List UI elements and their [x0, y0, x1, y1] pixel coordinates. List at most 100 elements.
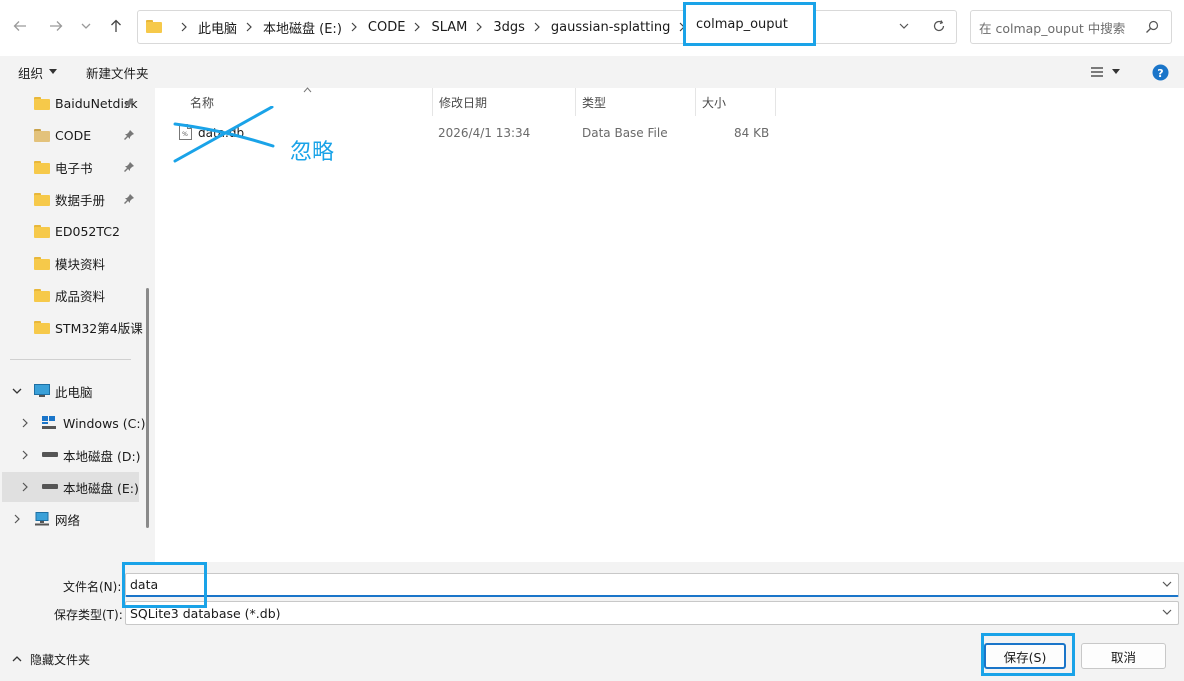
forward-button[interactable] [44, 14, 68, 38]
search-input[interactable]: 在 colmap_ouput 中搜索 [970, 10, 1172, 44]
sidebar-divider [10, 359, 131, 360]
chevron-right-icon [413, 22, 421, 32]
chevron-right-icon [533, 22, 541, 32]
svg-text:?: ? [1157, 66, 1163, 79]
column-header-label: 修改日期 [439, 95, 488, 110]
drive-icon [42, 452, 58, 457]
refresh-button[interactable] [932, 19, 946, 36]
column-header-modified[interactable]: 修改日期 [431, 88, 574, 116]
sidebar-item-label: 模块资料 [55, 256, 106, 272]
breadcrumb-3dgs[interactable]: 3dgs [493, 20, 525, 35]
filename-label: 文件名(N): [63, 580, 122, 594]
sidebar-item-baidunetdisk[interactable]: BaiduNetdisk [0, 88, 146, 118]
new-folder-button[interactable]: 新建文件夹 [86, 56, 149, 88]
sidebar-item-label: CODE [55, 127, 92, 143]
column-header-size[interactable]: 大小 [694, 88, 775, 116]
computer-icon [34, 384, 50, 397]
column-divider[interactable] [775, 88, 776, 116]
address-history-dropdown[interactable] [898, 20, 910, 35]
folder-icon [34, 289, 50, 302]
pin-icon [124, 130, 134, 140]
organize-button[interactable]: 组织 [18, 56, 58, 88]
breadcrumb: 此电脑 本地磁盘 (E:) CODE SLAM 3dgs gaussian-sp… [146, 11, 726, 43]
column-header-type[interactable]: 类型 [574, 88, 695, 116]
sidebar-item-products[interactable]: 成品资料 [0, 280, 146, 310]
sidebar-item-label: Windows (C:) [63, 415, 146, 431]
breadcrumb-drive-e[interactable]: 本地磁盘 (E:) [263, 18, 342, 37]
filetype-select[interactable]: SQLite3 database (*.db) [125, 601, 1179, 625]
help-button[interactable]: ? [1152, 56, 1169, 88]
sidebar-item-network[interactable]: 网络 [0, 504, 146, 534]
sidebar-item-modules[interactable]: 模块资料 [0, 248, 146, 278]
sidebar-item-drive-d[interactable]: 本地磁盘 (D:) [0, 440, 146, 470]
folder-icon [34, 257, 50, 270]
address-bar[interactable]: 此电脑 本地磁盘 (E:) CODE SLAM 3dgs gaussian-sp… [137, 2, 957, 46]
new-folder-label: 新建文件夹 [86, 65, 149, 81]
organize-label: 组织 [18, 65, 44, 81]
recent-locations-button[interactable] [74, 14, 98, 38]
sidebar-item-drive-c[interactable]: Windows (C:) [0, 408, 146, 438]
network-icon [35, 512, 49, 526]
pin-icon [124, 98, 134, 108]
chevron-down-icon [899, 23, 909, 29]
breadcrumb-slam[interactable]: SLAM [431, 20, 467, 35]
sidebar-item-ebooks[interactable]: 电子书 [0, 152, 146, 182]
sidebar-item-label: 此电脑 [55, 384, 93, 400]
save-highlight-box [981, 633, 1075, 676]
sidebar-item-this-pc[interactable]: 此电脑 [0, 376, 146, 406]
file-list: 名称 修改日期 类型 大小 % data.db 2026/4/1 13:34 D… [155, 87, 1184, 562]
chevron-down-icon [12, 388, 22, 394]
toolbar: 组织 新建文件夹 ? [0, 56, 1184, 88]
drive-icon [42, 484, 58, 489]
chevron-down-icon [81, 23, 91, 29]
arrow-up-icon [111, 19, 121, 32]
sidebar-item-code[interactable]: CODE [0, 120, 146, 150]
filename-input[interactable]: data [125, 573, 1179, 597]
sidebar-item-drive-e[interactable]: 本地磁盘 (E:) [2, 472, 139, 502]
search-placeholder: 在 colmap_ouput 中搜索 [979, 20, 1126, 36]
search-icon [1145, 20, 1159, 37]
breadcrumb-gaussian-splatting[interactable]: gaussian-splatting [551, 20, 670, 35]
sidebar-item-ed052tc2[interactable]: ED052TC2 [0, 216, 146, 246]
chevron-right-icon [14, 514, 20, 524]
sidebar-item-stm32[interactable]: STM32第4版课 [0, 312, 146, 342]
breadcrumb-current-folder[interactable]: colmap_ouput [683, 2, 816, 46]
sort-ascending-icon [303, 87, 312, 93]
file-size: 84 KB [734, 126, 770, 140]
sidebar-item-label: 本地磁盘 (D:) [63, 448, 141, 464]
chevron-right-icon [245, 22, 253, 32]
breadcrumb-this-pc[interactable]: 此电脑 [198, 18, 237, 37]
folder-icon [34, 321, 50, 334]
sidebar-item-label: 成品资料 [55, 288, 106, 304]
chevron-right-icon [22, 482, 28, 492]
column-header-label: 类型 [582, 95, 607, 110]
annotation-ignore-text: 忽略 [290, 140, 335, 165]
arrow-right-icon [50, 21, 63, 31]
cross-out-mark [173, 106, 275, 163]
pin-icon [124, 162, 134, 172]
sidebar-item-datasheets[interactable]: 数据手册 [0, 184, 146, 214]
sidebar-scrollbar[interactable] [146, 288, 149, 528]
list-view-icon [1091, 67, 1103, 77]
folder-icon [34, 193, 50, 206]
filename-highlight-box [122, 562, 207, 608]
breadcrumb-code[interactable]: CODE [368, 20, 406, 35]
caret-down-icon [1112, 69, 1120, 74]
cancel-button[interactable]: 取消 [1081, 643, 1166, 669]
back-button[interactable] [8, 14, 32, 38]
up-button[interactable] [104, 14, 128, 38]
sidebar-item-label: ED052TC2 [55, 223, 120, 239]
folder-icon [34, 161, 50, 174]
hide-folders-button[interactable]: 隐藏文件夹 [12, 650, 90, 668]
caret-down-icon [49, 69, 58, 74]
view-options-button[interactable] [1090, 56, 1120, 88]
chevron-down-icon [1162, 581, 1172, 587]
chevron-down-icon [1162, 609, 1172, 615]
sidebar-item-label: 本地磁盘 (E:) [63, 480, 139, 496]
filetype-label: 保存类型(T): [54, 608, 123, 622]
pin-icon [124, 194, 134, 204]
sidebar-item-label: 网络 [55, 512, 81, 528]
file-type: Data Base File [582, 126, 668, 140]
folder-icon [34, 129, 50, 142]
sidebar-item-label: 电子书 [55, 160, 93, 176]
